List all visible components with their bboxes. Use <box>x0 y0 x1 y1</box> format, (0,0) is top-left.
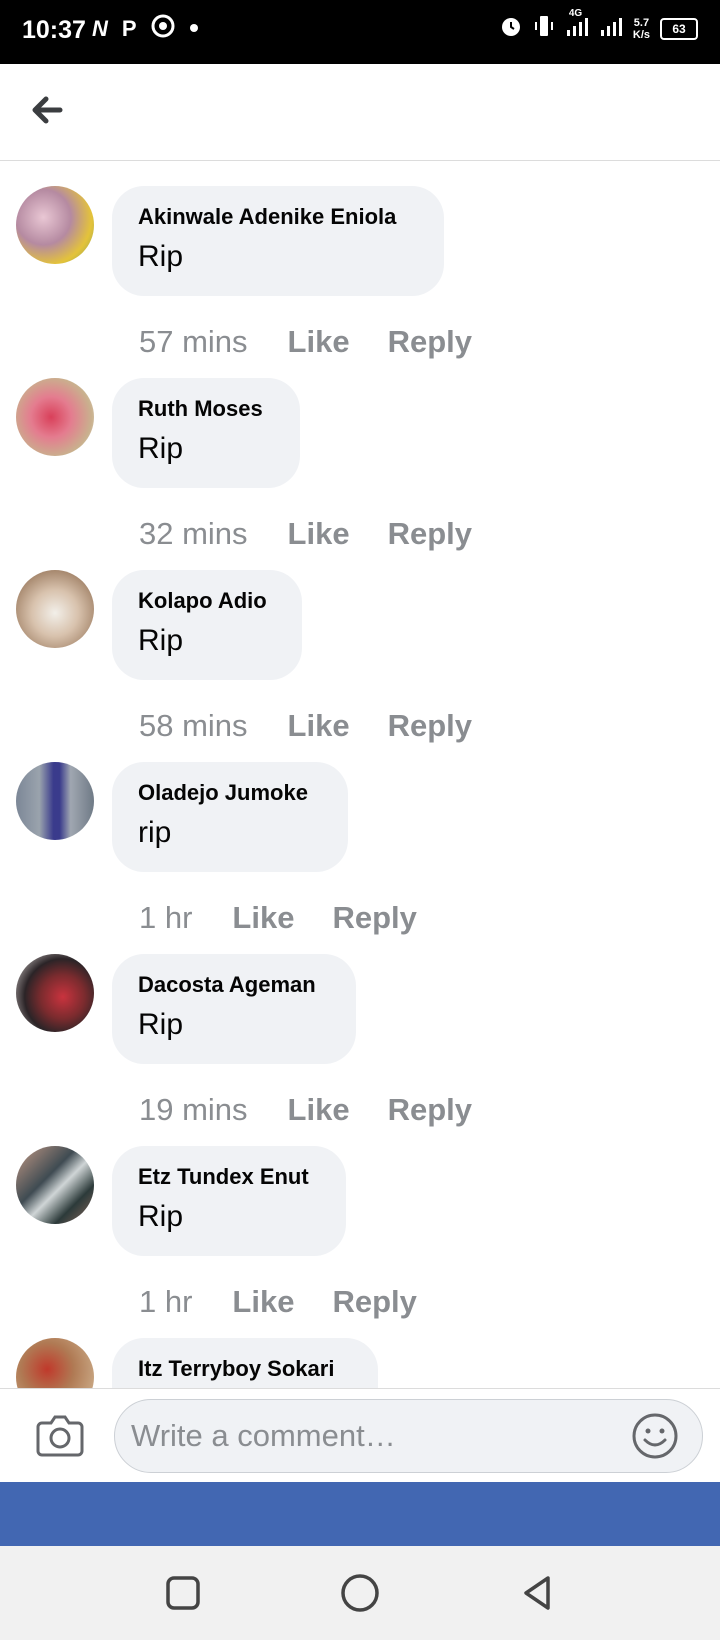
comment-author[interactable]: Etz Tundex Enut <box>138 1164 320 1190</box>
reply-button[interactable]: Reply <box>332 1284 416 1320</box>
netflix-icon: N <box>92 15 108 41</box>
home-button[interactable] <box>337 1570 383 1616</box>
comment-text: rip <box>138 816 172 849</box>
network-speed: 5.7 K/s <box>633 17 650 41</box>
notification-icons: N P <box>92 14 199 43</box>
comment-time[interactable]: 1 hr <box>139 1284 192 1320</box>
reply-button[interactable]: Reply <box>388 1092 472 1128</box>
speed-unit: K/s <box>632 28 650 41</box>
comment-meta: 32 mins Like Reply <box>139 516 472 552</box>
recents-square-icon <box>166 1576 200 1610</box>
comment-meta: 1 hr Like Reply <box>139 900 417 936</box>
reply-button[interactable]: Reply <box>388 516 472 552</box>
like-button[interactable]: Like <box>288 708 350 744</box>
avatar[interactable] <box>16 1146 94 1224</box>
pinterest-icon: P <box>121 15 137 41</box>
comment-bubble[interactable]: Kolapo Adio Rip <box>112 570 302 680</box>
chrome-icon <box>151 14 175 43</box>
comment-text: Rip <box>138 1008 184 1041</box>
comment-author[interactable]: Oladejo Jumoke <box>138 780 322 806</box>
reply-button[interactable]: Reply <box>388 324 472 360</box>
comment-author[interactable]: Kolapo Adio <box>138 588 276 614</box>
comment-time[interactable]: 1 hr <box>139 900 192 936</box>
comment-bubble[interactable]: Oladejo Jumoke rip <box>112 762 348 872</box>
dot-icon <box>189 20 199 38</box>
camera-button[interactable] <box>34 1411 86 1461</box>
back-button[interactable] <box>24 86 72 134</box>
comment-bubble[interactable]: Ruth Moses Rip <box>112 378 300 488</box>
avatar[interactable] <box>16 570 94 648</box>
comment-meta: 58 mins Like Reply <box>139 708 472 744</box>
speed-value: 5.7 <box>633 16 650 29</box>
vibrate-icon <box>533 14 555 43</box>
comment-bubble[interactable]: Etz Tundex Enut Rip <box>112 1146 346 1256</box>
reply-button[interactable]: Reply <box>332 900 416 936</box>
comment-text: Rip <box>138 624 184 657</box>
like-button[interactable]: Like <box>232 900 294 936</box>
comment-composer <box>0 1388 720 1483</box>
comment-text: Rip <box>138 432 184 465</box>
comment-bubble[interactable]: Akinwale Adenike Eniola Rip <box>112 186 444 296</box>
nav-back-button[interactable] <box>514 1570 560 1616</box>
recents-button[interactable] <box>160 1570 206 1616</box>
smiley-icon <box>632 1413 678 1459</box>
signal-icon <box>599 14 623 43</box>
comment-author[interactable]: Ruth Moses <box>138 396 274 422</box>
reply-button[interactable]: Reply <box>388 708 472 744</box>
status-bar: 10:37 N P 4G 5.7 K/s 63 <box>0 0 720 64</box>
comment-meta: 1 hr Like Reply <box>139 1284 417 1320</box>
comment-author[interactable]: Dacosta Ageman <box>138 972 330 998</box>
comment-time[interactable]: 19 mins <box>139 1092 248 1128</box>
comment-time[interactable]: 32 mins <box>139 516 248 552</box>
comment-author[interactable]: Akinwale Adenike Eniola <box>138 204 418 230</box>
comment-bubble[interactable]: Dacosta Ageman Rip <box>112 954 356 1064</box>
comment-text: Rip <box>138 240 184 273</box>
emoji-button[interactable] <box>630 1411 680 1461</box>
like-button[interactable]: Like <box>232 1284 294 1320</box>
brand-bar <box>0 1482 720 1546</box>
comment-author[interactable]: Itz Terryboy Sokari <box>138 1356 352 1382</box>
comment-time[interactable]: 57 mins <box>139 324 248 360</box>
signal-4g-icon: 4G <box>565 8 589 43</box>
camera-icon <box>36 1415 84 1457</box>
home-circle-icon <box>341 1574 379 1612</box>
like-button[interactable]: Like <box>288 324 350 360</box>
avatar[interactable] <box>16 954 94 1032</box>
comment-meta: 19 mins Like Reply <box>139 1092 472 1128</box>
comment-input[interactable] <box>114 1399 703 1473</box>
avatar[interactable] <box>16 762 94 840</box>
system-nav-bar <box>0 1546 720 1640</box>
status-time: 10:37 <box>22 16 86 44</box>
comment-time[interactable]: 58 mins <box>139 708 248 744</box>
network-type: 4G <box>568 8 583 19</box>
battery-icon: 63 <box>660 17 698 40</box>
like-button[interactable]: Like <box>288 516 350 552</box>
avatar[interactable] <box>16 378 94 456</box>
comment-text: Rip <box>138 1200 184 1233</box>
system-icons: 4G 5.7 K/s 63 <box>499 8 698 43</box>
avatar[interactable] <box>16 1338 94 1388</box>
like-button[interactable]: Like <box>288 1092 350 1128</box>
top-bar <box>0 64 720 161</box>
comment-bubble[interactable]: Itz Terryboy Sokari <box>112 1338 378 1388</box>
back-triangle-icon <box>524 1576 550 1610</box>
comments-list[interactable]: Akinwale Adenike Eniola Rip 57 mins Like… <box>0 161 720 1388</box>
avatar[interactable] <box>16 186 94 264</box>
arrow-left-icon <box>32 96 63 124</box>
alarm-icon <box>499 14 523 43</box>
comment-meta: 57 mins Like Reply <box>139 324 472 360</box>
